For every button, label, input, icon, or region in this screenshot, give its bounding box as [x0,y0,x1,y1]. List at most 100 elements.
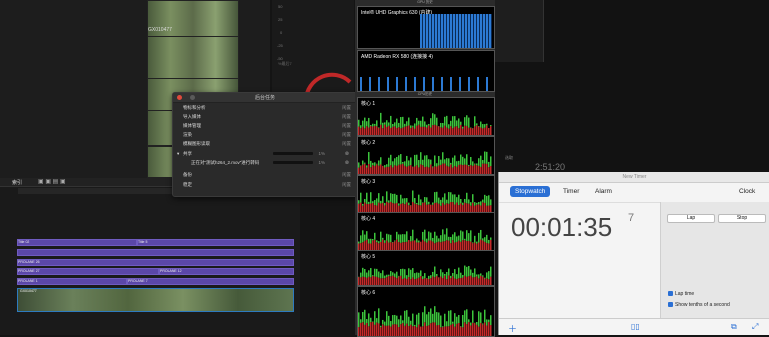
task-label: 正在对“测试h264_2.mov”进行转码 [191,160,259,166]
cpu-system-bar [436,203,438,212]
cpu-user-bar [388,200,390,202]
cpu-user-bar [446,272,448,279]
cpu-user-bar [462,275,464,278]
timeline-clip[interactable]: PROLANE 27 [17,268,159,275]
clip-appearance-icon[interactable]: ▣ ▣ ▤ ▣ [38,178,66,185]
cpu-user-bar [408,118,410,126]
cancel-task-icon[interactable]: ⊗ [345,151,349,157]
cpu-user-bar [440,316,442,328]
cpu-user-bar [434,155,436,166]
cpu-user-bar [376,318,378,322]
cpu-user-bar [430,160,432,165]
cpu-user-bar [406,275,408,279]
tab-clock[interactable]: Clock [734,186,760,197]
clip-thumbnail[interactable] [147,36,239,80]
primary-storyline-clip[interactable]: GX010477 [17,288,294,312]
cpu-system-bar [388,242,390,250]
cpu-user-bar [410,270,412,279]
tab-alarm[interactable]: Alarm [590,186,617,197]
cpu-system-bar [470,276,472,285]
cpu-system-bar [422,165,424,174]
cpu-user-bar [404,234,406,242]
cpu-system-bar [432,277,434,285]
cpu-system-bar [420,205,422,212]
cpu-system-bar [396,325,398,336]
cpu-user-bar [442,326,444,327]
cpu-user-bar [392,272,394,275]
cpu-system-bar [446,279,448,285]
lap-time-checkbox[interactable]: Lap time [668,291,694,297]
cpu-user-bar [378,241,380,243]
cpu-system-bar [372,165,374,174]
cpu-system-bar [412,241,414,250]
axis-tick: 0 [280,30,282,35]
add-icon[interactable]: ＋ [508,322,517,335]
cpu-system-bar [412,167,414,174]
cpu-user-bar [422,276,424,279]
cpu-user-bar [380,157,382,164]
picture-in-picture-icon[interactable]: ⧉ [731,322,737,332]
index-button[interactable]: 索引 [12,179,22,186]
cpu-user-bar [394,122,396,126]
cpu-system-bar [462,278,464,285]
cpu-user-bar [374,200,376,205]
cpu-user-bar [484,278,486,279]
cpu-user-bar [460,122,462,125]
cpu-system-bar [410,241,412,250]
disclosure-icon[interactable]: ▾ [177,151,179,157]
cpu-user-bar [458,118,460,128]
cpu-system-bar [382,128,384,135]
cpu-user-bar [478,233,480,243]
timeline-clip[interactable]: PROLANE 1 [17,278,127,285]
cpu-system-bar [408,205,410,212]
cpu-user-bar [394,273,396,277]
cpu-user-bar [438,238,440,241]
sidebar-icon[interactable]: ▯▯ [631,322,640,331]
cpu-user-bar [402,198,404,203]
cpu-user-bar [490,315,492,325]
clip-label: GX010477 [148,27,172,33]
cpu-system-bar [378,323,380,336]
lap-button[interactable]: Lap [667,214,715,223]
cpu-user-bar [474,236,476,243]
cpu-system-bar [376,277,378,285]
timeline-clip[interactable]: Title 02 [17,239,137,246]
gpu-history-title: GPU 历史 [355,0,495,5]
cpu-user-bar [436,192,438,203]
cpu-user-bar [378,193,380,202]
cpu-system-bar [460,242,462,250]
timeline-clip[interactable] [17,249,294,256]
cpu-user-bar [468,118,470,128]
window-titlebar[interactable]: 后台任务 [173,93,357,103]
cpu-user-bar [468,233,470,241]
cpu-system-bar [414,166,416,174]
cpu-system-bar [422,279,424,285]
timeline-clip[interactable]: Title 5 [137,239,294,246]
cpu-system-bar [366,126,368,135]
cpu-system-bar [376,126,378,135]
cpu-system-bar [404,278,406,285]
cpu-user-bar [468,199,470,203]
cpu-user-bar [400,154,402,164]
timer-titlebar[interactable]: New Timer [499,172,769,183]
cpu-user-bar [426,125,428,128]
timeline-clip[interactable]: PROLANE 7 [127,278,294,285]
show-tenths-checkbox[interactable]: Show tenths of a second [668,302,730,308]
tab-timer[interactable]: Timer [558,186,584,197]
cpu-system-bar [358,277,360,285]
stop-button[interactable]: Stop [718,214,766,223]
cpu-system-bar [360,166,362,174]
tab-stopwatch[interactable]: Stopwatch [510,186,550,197]
cpu-system-bar [382,166,384,174]
cpu-core-panel: 核心 3 [357,175,495,213]
cpu-user-bar [402,117,404,128]
cpu-core-panel: 核心 4 [357,212,495,251]
cpu-system-bar [470,325,472,336]
timeline-clip[interactable]: PROLANE 26 [17,259,294,266]
cancel-task-icon[interactable]: ⊗ [345,160,349,166]
cpu-user-bar [384,165,386,167]
cpu-user-bar [428,159,430,167]
expand-icon[interactable]: ⤢ [752,322,758,332]
timeline-clip[interactable]: PROLANE 12 [159,268,294,275]
cpu-user-bar [388,316,390,326]
